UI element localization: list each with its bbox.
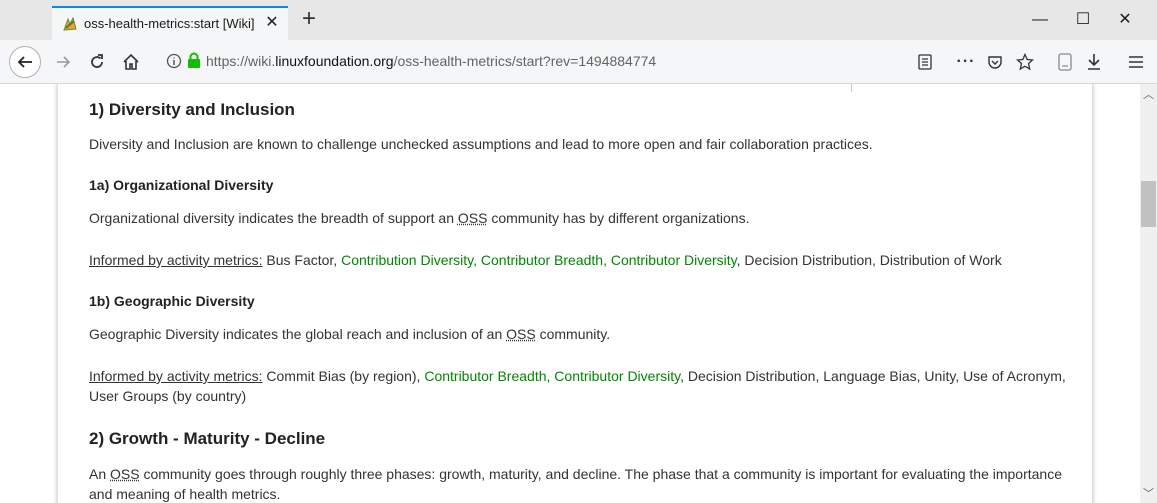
url-domain: linuxfoundation.org [275,53,394,69]
paragraph-growth-maturity-decline: An OSS community goes through roughly th… [89,464,1074,503]
link-contributor-diversity[interactable]: Contributor Diversity [611,252,737,268]
link-contributor-breadth[interactable]: Contributor Breadth, [424,368,550,384]
paragraph-geographic-diversity: Geographic Diversity indicates the globa… [89,324,1074,344]
close-window-icon[interactable]: ✕ [1113,8,1137,32]
text: Organizational diversity indicates the b… [89,210,458,226]
reader-view-icon[interactable] [913,50,937,74]
text: community. [535,326,611,342]
link-contribution-diversity[interactable]: Contribution Diversity, [341,252,477,268]
reload-button[interactable] [82,47,112,77]
navigation-bar: https://wiki.linuxfoundation.org/oss-hea… [0,40,1157,84]
text: An [89,466,111,482]
text: community goes through roughly three pha… [89,466,1063,502]
menu-hamburger-icon[interactable] [1124,50,1148,74]
abbr-oss[interactable]: OSS [458,210,488,226]
abbr-oss[interactable]: OSS [110,466,140,482]
link-contributor-breadth[interactable]: Contributor Breadth, [481,252,607,268]
heading-diversity-inclusion: 1) Diversity and Inclusion [89,100,295,119]
maximize-icon[interactable]: ☐ [1071,8,1095,32]
back-button[interactable] [9,46,41,78]
home-icon [123,53,139,70]
wiki-page: 1) Diversity and Inclusion Diversity and… [57,84,1093,503]
url-prefix: https://wiki. [206,53,276,69]
heading-organizational-diversity: 1a) Organizational Diversity [89,177,274,193]
forward-button[interactable] [48,47,78,77]
info-icon[interactable] [166,53,182,69]
wiki-favicon-icon [63,16,77,31]
bookmark-star-icon[interactable] [1013,50,1037,74]
metrics-label: Informed by activity metrics: [89,252,263,268]
reload-icon [91,54,103,68]
scroll-up-icon[interactable]: ︿ [1140,86,1157,102]
url-path: /oss-health-metrics/start?rev=1494884774 [393,53,657,69]
text: Geographic Diversity indicates the globa… [89,326,507,342]
paragraph-organizational-diversity: Organizational diversity indicates the b… [89,208,1074,228]
pocket-icon[interactable] [983,50,1007,74]
text: Commit Bias (by region), [262,368,425,384]
tab-close-icon[interactable]: ✕ [264,15,280,31]
abbr-oss[interactable]: OSS [506,326,536,342]
minimize-icon[interactable]: — [1028,8,1052,32]
lock-icon[interactable] [187,52,201,69]
home-button[interactable] [116,47,146,77]
metrics-label: Informed by activity metrics: [89,368,263,384]
reading-list-icon[interactable] [1053,50,1077,74]
scroll-down-icon[interactable]: ﹀ [1140,485,1157,501]
paragraph-diversity-intro: Diversity and Inclusion are known to cha… [89,136,873,152]
metrics-organizational-diversity: Informed by activity metrics: Bus Factor… [89,250,1074,270]
browser-tab[interactable]: oss-health-metrics:start [Wiki] ✕ [52,6,288,40]
url-text: https://wiki.linuxfoundation.org/oss-hea… [206,53,656,69]
back-arrow-icon [17,56,32,68]
heading-geographic-diversity: 1b) Geographic Diversity [89,293,255,309]
page-actions-icon[interactable]: ··· [954,50,978,74]
link-contributor-diversity[interactable]: Contributor Diversity [554,368,680,384]
metrics-geographic-diversity: Informed by activity metrics: Commit Bia… [89,366,1074,406]
forward-arrow-icon [57,56,71,68]
heading-growth-maturity-decline: 2) Growth - Maturity - Decline [89,429,326,448]
text: community has by different organizations… [487,210,750,226]
vertical-scrollbar[interactable]: ︿ ﹀ [1140,84,1157,503]
page-viewport: 1) Diversity and Inclusion Diversity and… [0,84,1140,503]
text: Bus Factor, [262,252,342,268]
scroll-thumb[interactable] [1141,181,1156,227]
tab-title: oss-health-metrics:start [Wiki] [84,16,255,31]
tab-strip: oss-health-metrics:start [Wiki] ✕ + — ☐ … [0,0,1157,40]
downloads-icon[interactable] [1082,50,1106,74]
new-tab-icon[interactable]: + [298,7,320,31]
page-divider [851,84,852,92]
address-bar[interactable]: https://wiki.linuxfoundation.org/oss-hea… [156,46,906,76]
text: , Decision Distribution, Distribution of… [736,252,1002,268]
